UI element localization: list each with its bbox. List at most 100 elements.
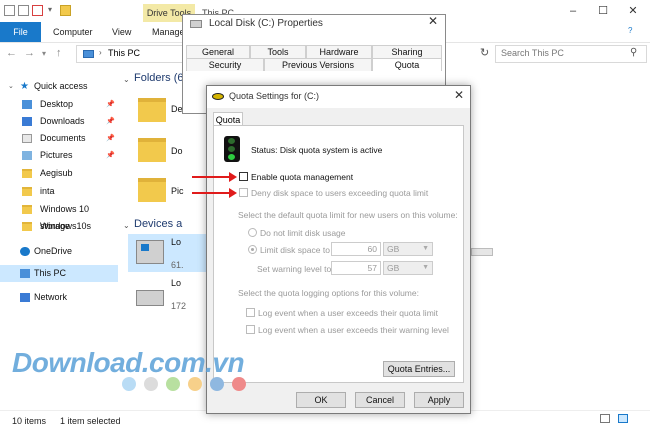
quota-entries-button[interactable]: Quota Entries... (383, 361, 455, 377)
sidebar-label: Pictures (40, 150, 73, 160)
new-folder-quick-icon[interactable] (60, 5, 71, 16)
recent-chevron-down-icon[interactable]: ▾ (42, 49, 46, 58)
limit-disk-space-label[interactable]: Limit disk space to (260, 245, 330, 255)
maximize-icon[interactable]: ☐ (590, 3, 616, 19)
tab-computer[interactable]: Computer (53, 22, 93, 42)
explorer-app-icon[interactable] (4, 5, 15, 16)
breadcrumb-this-pc[interactable]: This PC (108, 48, 140, 58)
cancel-button[interactable]: Cancel (355, 392, 405, 408)
minimize-icon[interactable]: – (560, 3, 586, 19)
chevron-down-icon[interactable]: ⌄ (8, 78, 14, 95)
traffic-light-top-lamp (228, 138, 235, 144)
up-arrow-icon[interactable]: ↑ (56, 47, 62, 59)
chevron-down-icon: ▼ (422, 245, 429, 252)
tab-sharing[interactable]: Sharing (372, 45, 442, 58)
pin-icon[interactable]: 📌 (106, 130, 115, 147)
close-icon[interactable]: ✕ (428, 14, 438, 28)
log-quota-limit-label[interactable]: Log event when a user exceeds their quot… (258, 308, 438, 318)
collapse-chevron-icon[interactable]: ⌄ (123, 75, 130, 84)
warning-unit-select[interactable]: GB ▼ (383, 261, 433, 275)
folder-icon[interactable] (138, 98, 166, 122)
deny-disk-space-label[interactable]: Deny disk space to users exceeding quota… (251, 188, 428, 198)
sidebar-item-network[interactable]: Network (0, 289, 118, 306)
folder-name[interactable]: Do (171, 146, 183, 156)
search-icon[interactable]: ⚲ (630, 47, 637, 58)
log-quota-limit-checkbox[interactable] (246, 308, 255, 317)
sidebar-item-downloads[interactable]: Downloads 📌 (0, 113, 118, 130)
close-icon[interactable]: ✕ (454, 88, 464, 102)
tab-security[interactable]: Security (186, 58, 264, 71)
drive-name[interactable]: Lo (171, 278, 181, 288)
traffic-light-icon (224, 136, 240, 162)
limit-unit-select[interactable]: GB ▼ (383, 242, 433, 256)
quota-status-text: Status: Disk quota system is active (251, 145, 383, 155)
tab-quota[interactable]: Quota (372, 58, 442, 71)
no-limit-label[interactable]: Do not limit disk usage (260, 228, 346, 238)
tab-hardware[interactable]: Hardware (306, 45, 372, 58)
limit-value-input[interactable]: 60 (331, 242, 381, 256)
collapse-chevron-icon[interactable]: ⌄ (123, 221, 130, 230)
quota-dialog-title: Quota Settings for (C:) (229, 91, 320, 101)
ok-button[interactable]: OK (296, 392, 346, 408)
folder-icon[interactable] (138, 178, 166, 202)
enable-quota-checkbox[interactable] (239, 172, 248, 181)
warning-value-input[interactable]: 57 (331, 261, 381, 275)
enable-quota-label[interactable]: Enable quota management (251, 172, 353, 182)
no-limit-radio[interactable] (248, 228, 257, 237)
large-icons-view-icon[interactable] (618, 414, 628, 423)
logging-options-heading: Select the quota logging options for thi… (238, 288, 419, 298)
red-arrow-annotation (192, 188, 237, 198)
drive-name[interactable]: Lo (171, 237, 181, 247)
tab-view[interactable]: View (112, 22, 131, 42)
refresh-icon[interactable]: ↻ (480, 46, 489, 59)
forward-arrow-icon[interactable]: → (24, 47, 35, 59)
log-warning-level-checkbox[interactable] (246, 325, 255, 334)
tab-previous-versions[interactable]: Previous Versions (264, 58, 372, 71)
log-warning-level-label[interactable]: Log event when a user exceeds their warn… (258, 325, 449, 335)
sidebar-item-aegisub[interactable]: Aegisub (0, 165, 118, 182)
status-selected-count: 1 item selected (60, 416, 121, 426)
sidebar-item-quick-access[interactable]: ⌄ ★ Quick access (0, 78, 118, 95)
traffic-light-bottom-lamp (228, 154, 235, 160)
customize-quick-access-icon[interactable]: ▾ (48, 5, 52, 14)
folder-name[interactable]: Pic (171, 186, 184, 196)
sidebar-item-windows10-storage[interactable]: Windows 10 storage (0, 201, 118, 231)
apply-button[interactable]: Apply (414, 392, 464, 408)
pin-icon[interactable]: 📌 (106, 147, 115, 164)
properties-quick-icon[interactable] (18, 5, 29, 16)
sidebar-item-desktop[interactable]: Desktop 📌 (0, 96, 118, 113)
sidebar-item-this-pc[interactable]: This PC (0, 265, 118, 282)
drive-detail: 61. (171, 260, 184, 270)
sidebar-item-inta[interactable]: inta (0, 183, 118, 200)
tab-manage[interactable]: Manage (152, 22, 185, 42)
help-icon[interactable]: ? (628, 26, 632, 35)
properties-title: Local Disk (C:) Properties (209, 18, 323, 29)
hard-drive-icon[interactable] (136, 290, 164, 306)
folder-icon[interactable] (138, 138, 166, 162)
close-icon[interactable]: ✕ (620, 3, 646, 19)
tab-file[interactable]: File (0, 22, 41, 42)
sidebar-item-documents[interactable]: Documents 📌 (0, 130, 118, 147)
pin-icon[interactable]: 📌 (106, 96, 115, 113)
back-arrow-icon[interactable]: ← (6, 47, 17, 59)
this-pc-icon (83, 50, 94, 58)
deny-disk-space-checkbox[interactable] (239, 188, 248, 197)
tab-general[interactable]: General (186, 45, 250, 58)
devices-group-heading[interactable]: Devices a (134, 218, 182, 230)
checkmark-quick-icon[interactable] (32, 5, 43, 16)
drive-icon (190, 20, 202, 28)
limit-disk-space-radio[interactable] (248, 245, 257, 254)
tab-quota-settings[interactable]: Quota (213, 112, 243, 126)
folder-name[interactable]: De (171, 104, 183, 114)
sidebar-item-windows10s[interactable]: Windows10s (0, 218, 118, 235)
address-box[interactable]: › This PC (76, 45, 186, 63)
search-input[interactable]: Search This PC (501, 48, 564, 58)
sidebar-item-onedrive[interactable]: OneDrive (0, 243, 118, 260)
pin-icon[interactable]: 📌 (106, 113, 115, 130)
folders-group-heading[interactable]: Folders (6 (134, 72, 184, 84)
search-box[interactable]: Search This PC ⚲ (495, 45, 647, 63)
sidebar-item-pictures[interactable]: Pictures 📌 (0, 147, 118, 164)
sidebar-label: Aegisub (40, 168, 73, 178)
tab-tools[interactable]: Tools (250, 45, 306, 58)
details-view-icon[interactable] (600, 414, 610, 423)
